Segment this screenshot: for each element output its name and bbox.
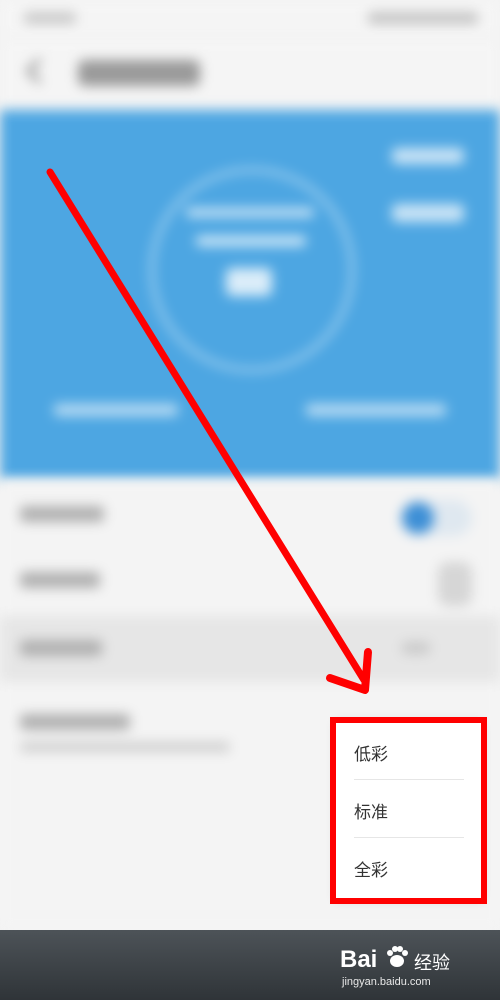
- toggle-switch[interactable]: [438, 562, 472, 606]
- ring-subcaption: [196, 236, 306, 246]
- ring-caption: [186, 208, 314, 217]
- row-label: [20, 640, 102, 656]
- ring-value: [226, 268, 272, 296]
- hero-panel: [0, 110, 500, 480]
- page-title: [78, 60, 200, 86]
- watermark-url: jingyan.baidu.com: [342, 976, 431, 988]
- row-subtitle: [20, 742, 230, 752]
- watermark-chinese-text: 经验: [414, 953, 450, 974]
- settings-row-2[interactable]: [0, 548, 500, 614]
- baidu-paw-icon: [387, 946, 408, 967]
- watermark-logo-text: Bai: [340, 946, 378, 973]
- baidu-jingyan-watermark: Bai 经验 jingyan.baidu.com: [340, 940, 480, 992]
- toggle-switch[interactable]: [400, 500, 472, 536]
- status-bar: [0, 0, 500, 38]
- back-chevron-icon[interactable]: [26, 58, 52, 84]
- row-label: [20, 572, 100, 588]
- row-label: [20, 714, 130, 730]
- hero-footer-right: [306, 404, 446, 416]
- hero-footer-left: [54, 404, 178, 416]
- status-time: [24, 12, 76, 24]
- status-icons: [368, 12, 478, 24]
- row-label: [20, 506, 104, 522]
- annotation-highlight-box: [330, 717, 487, 904]
- hero-stat-1: [392, 148, 464, 164]
- settings-row-1[interactable]: [0, 482, 500, 548]
- title-bar: [0, 38, 500, 110]
- row-value: [402, 642, 430, 654]
- hero-stat-2: [392, 204, 464, 222]
- toggle-knob: [402, 502, 434, 534]
- settings-row-3[interactable]: [0, 616, 500, 682]
